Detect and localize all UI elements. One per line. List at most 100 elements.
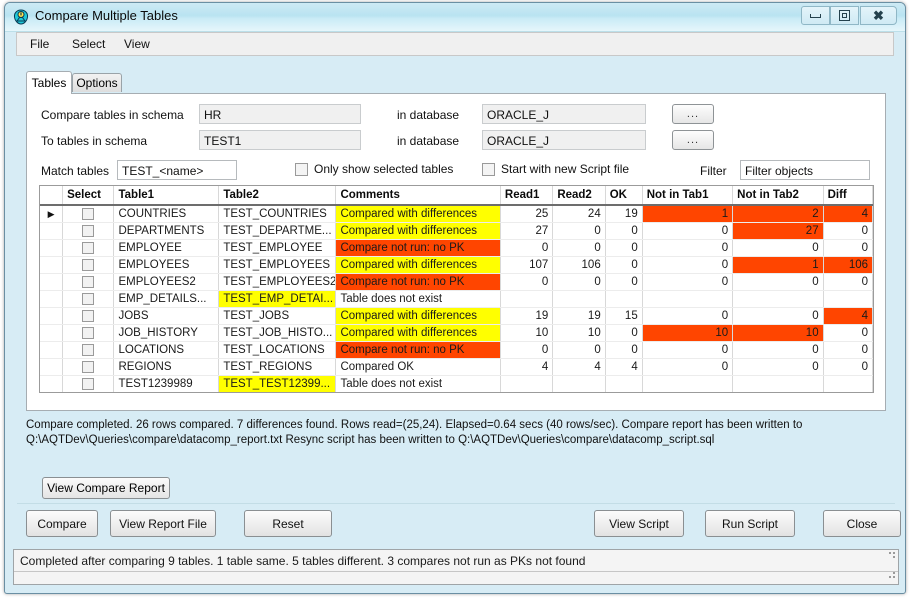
window-title: Compare Multiple Tables [35, 8, 178, 23]
row-marker[interactable] [40, 375, 64, 392]
row-marker[interactable] [40, 307, 64, 325]
minimize-icon [810, 13, 821, 18]
table-row[interactable]: EMPLOYEE TEST_EMPLOYEE Compare not run: no… [40, 239, 873, 257]
row-select-checkbox[interactable] [82, 224, 95, 237]
view-script-button[interactable]: View Script [594, 510, 684, 537]
row-select-cell[interactable] [62, 239, 115, 257]
row-select-checkbox[interactable] [82, 360, 95, 373]
row-marker[interactable] [40, 358, 64, 376]
row-select-cell[interactable] [62, 290, 115, 308]
row-marker[interactable] [40, 324, 64, 342]
row-select-checkbox[interactable] [82, 241, 95, 254]
comparison-grid[interactable]: Select Table1 Table2 Comments Read1 Read… [39, 185, 874, 393]
app-window: Compare Multiple Tables ✖ File Select Vi… [4, 2, 906, 594]
filler-cell [823, 393, 872, 394]
cell-not-in-tab2: 0 [732, 341, 824, 359]
checkbox-box-only-selected[interactable] [295, 162, 308, 176]
col-header-read2[interactable]: Read2 [552, 186, 606, 206]
table-row[interactable]: JOBS TEST_JOBS Compared with differences 19… [40, 307, 873, 325]
start-new-script-checkbox[interactable]: Start with new Script file [482, 162, 629, 176]
cell-read2: 4 [552, 358, 606, 376]
col-header-not-in-tab2[interactable]: Not in Tab2 [732, 186, 824, 206]
cell-table2: TEST_EMPLOYEE [218, 239, 337, 257]
row-select-cell[interactable] [62, 375, 115, 392]
row-marker[interactable] [40, 290, 64, 308]
tab-options[interactable]: Options [72, 73, 122, 92]
row-select-checkbox[interactable] [82, 343, 95, 356]
row-select-checkbox[interactable] [82, 377, 95, 390]
row-marker[interactable]: ▶ [40, 205, 64, 223]
cell-comments: Compared with differences [335, 256, 501, 274]
close-button[interactable]: Close [823, 510, 901, 537]
filter-input[interactable]: Filter objects [740, 160, 870, 180]
row-select-cell[interactable] [62, 358, 115, 376]
table-row[interactable]: EMPLOYEES2 TEST_EMPLOYEES2 Compare not run… [40, 273, 873, 291]
table-row[interactable]: LOCATIONS TEST_LOCATIONS Compare not run: … [40, 341, 873, 359]
row-select-checkbox[interactable] [82, 326, 95, 339]
row-select-cell[interactable] [62, 256, 115, 274]
cell-ok: 0 [605, 256, 643, 274]
table-row[interactable]: JOB_HISTORY TEST_JOB_HISTO... Compared wit… [40, 324, 873, 342]
browse-database-1-button[interactable]: ... [672, 104, 714, 124]
col-header-diff[interactable]: Diff [823, 186, 873, 206]
row-marker[interactable] [40, 273, 64, 291]
row-select-checkbox[interactable] [82, 275, 95, 288]
row-select-checkbox[interactable] [82, 309, 95, 322]
table-row[interactable]: EMP_DETAILS... TEST_EMP_DETAI... Table doe… [40, 290, 873, 308]
view-compare-report-button[interactable]: View Compare Report [42, 477, 170, 499]
checkbox-box-new-script[interactable] [482, 162, 495, 176]
resize-grip-bottom[interactable] [885, 572, 895, 582]
only-show-selected-checkbox[interactable]: Only show selected tables [295, 162, 453, 176]
col-header-table1[interactable]: Table1 [113, 186, 220, 206]
row-marker[interactable] [40, 239, 64, 257]
to-schema-input[interactable]: TEST1 [199, 130, 361, 150]
menu-item-select[interactable]: Select [69, 37, 108, 51]
col-header-ok[interactable]: OK [605, 186, 643, 206]
row-select-cell[interactable] [62, 222, 115, 240]
resize-grip-top[interactable] [885, 552, 895, 562]
menu-item-file[interactable]: File [27, 37, 52, 51]
view-report-file-button[interactable]: View Report File [110, 510, 216, 537]
col-header-read1[interactable]: Read1 [500, 186, 554, 206]
row-select-checkbox[interactable] [82, 207, 95, 220]
close-window-button[interactable]: ✖ [860, 6, 897, 25]
database-input-2[interactable]: ORACLE_J [482, 130, 646, 150]
divider [17, 503, 895, 504]
row-marker[interactable] [40, 256, 64, 274]
row-marker[interactable] [40, 222, 64, 240]
maximize-button[interactable] [830, 6, 859, 25]
row-select-cell[interactable] [62, 273, 115, 291]
col-header-comments[interactable]: Comments [335, 186, 501, 206]
col-header-table2[interactable]: Table2 [218, 186, 337, 206]
table-row[interactable]: DEPARTMENTS TEST_DEPARTME... Compared with… [40, 222, 873, 240]
reset-button[interactable]: Reset [244, 510, 332, 537]
tab-tables[interactable]: Tables [26, 71, 72, 94]
row-select-checkbox[interactable] [82, 258, 95, 271]
col-header-not-in-tab1[interactable]: Not in Tab1 [642, 186, 734, 206]
compare-schema-input[interactable]: HR [199, 104, 361, 124]
cell-not-in-tab2: 2 [732, 205, 824, 223]
table-row[interactable]: ▶ COUNTRIES TEST_COUNTRIES Compared with di… [40, 205, 873, 223]
row-select-cell[interactable] [62, 205, 115, 223]
row-select-checkbox[interactable] [82, 292, 95, 305]
run-script-button[interactable]: Run Script [705, 510, 795, 537]
row-select-cell[interactable] [62, 341, 115, 359]
table-row[interactable]: TEST1239989 TEST_TEST12399... Table does n… [40, 375, 873, 392]
menu-item-view[interactable]: View [121, 37, 153, 51]
match-tables-input[interactable]: TEST_<name> [117, 160, 237, 180]
row-select-cell[interactable] [62, 307, 115, 325]
database-input-1[interactable]: ORACLE_J [482, 104, 646, 124]
cell-table2: TEST_EMP_DETAI... [218, 290, 337, 308]
cell-not-in-tab2: 1 [732, 256, 824, 274]
cell-diff: 4 [823, 205, 873, 223]
cell-table1: JOB_HISTORY [113, 324, 220, 342]
compare-button[interactable]: Compare [26, 510, 98, 537]
cell-ok: 0 [605, 239, 643, 257]
col-header-select[interactable]: Select [62, 186, 115, 206]
row-select-cell[interactable] [62, 324, 115, 342]
row-marker[interactable] [40, 341, 64, 359]
browse-database-2-button[interactable]: ... [672, 130, 714, 150]
table-row[interactable]: EMPLOYEES TEST_EMPLOYEES Compared with dif… [40, 256, 873, 274]
minimize-button[interactable] [801, 6, 830, 25]
table-row[interactable]: REGIONS TEST_REGIONS Compared OK 4 4 4 0 0 0 [40, 358, 873, 376]
